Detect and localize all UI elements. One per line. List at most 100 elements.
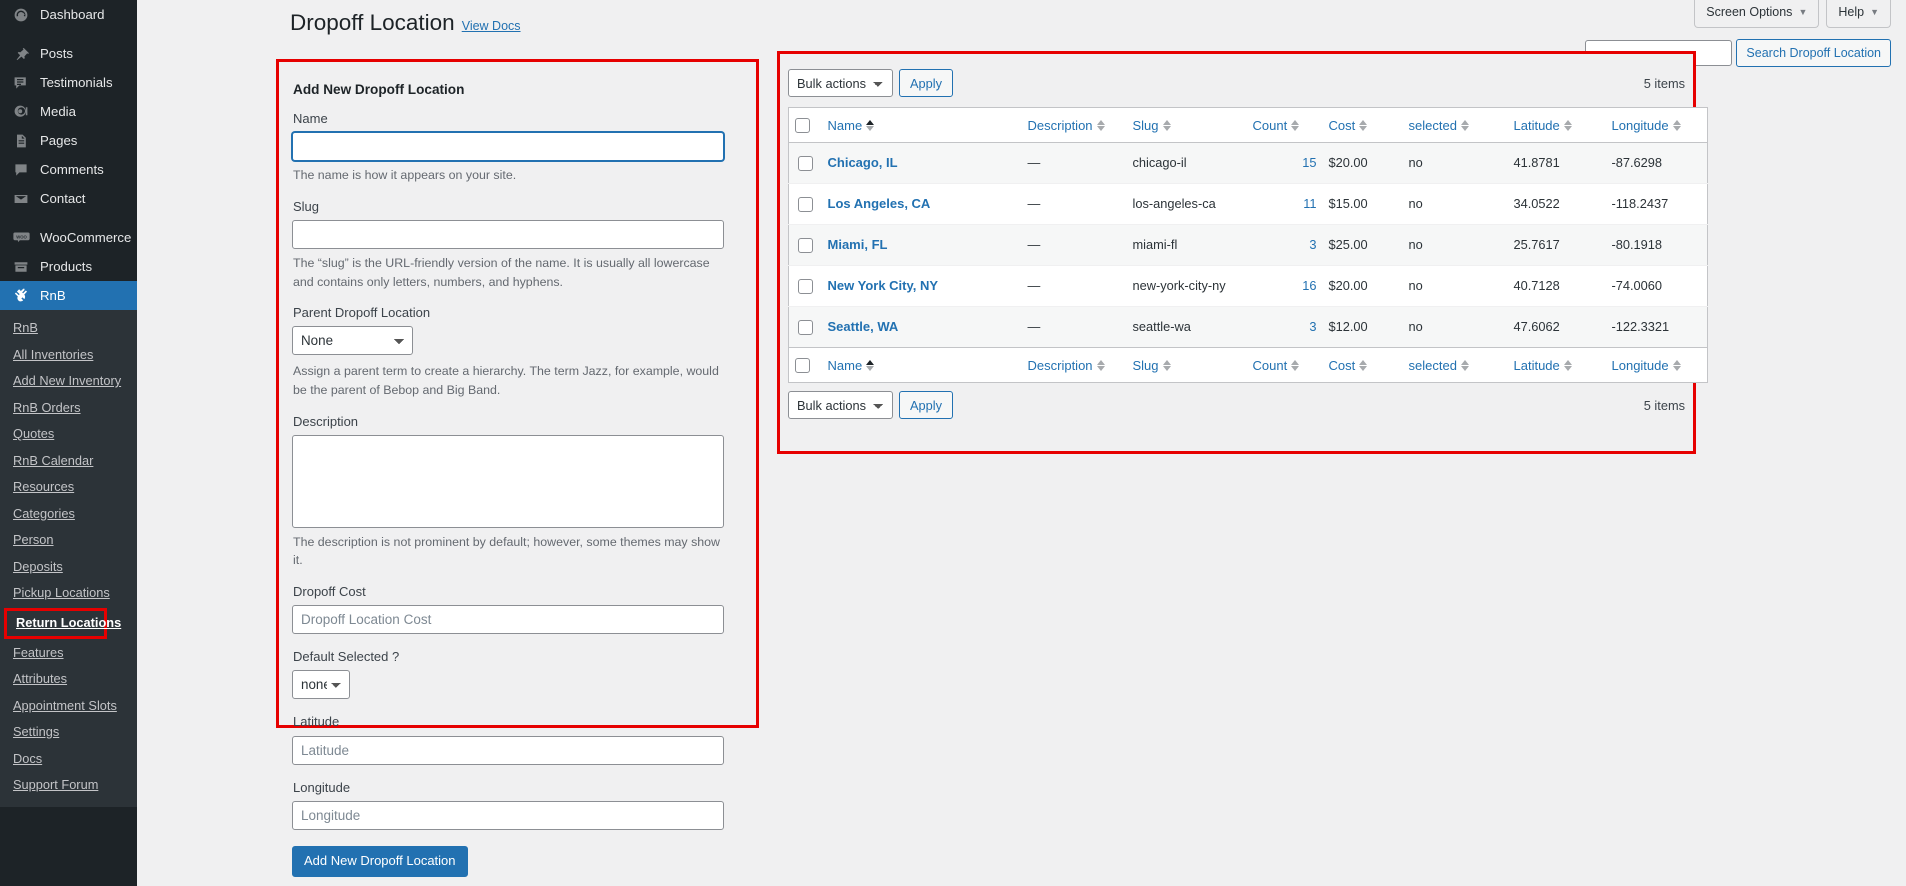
bulk-actions-select-top[interactable]: Bulk actions xyxy=(788,69,893,97)
column-header-description[interactable]: Description xyxy=(1021,347,1127,383)
location-name-link[interactable]: Chicago, IL xyxy=(828,155,898,170)
name-input[interactable] xyxy=(292,132,724,162)
sidebar-item-woocommerce[interactable]: WOO WooCommerce xyxy=(0,223,137,252)
sidebar-item-appointment-slots[interactable]: Appointment Slots xyxy=(0,693,137,720)
sort-arrows-icon[interactable] xyxy=(1162,119,1171,131)
column-header-name[interactable]: Name xyxy=(821,107,1022,143)
sidebar-item-return-locations[interactable]: Return Locations xyxy=(4,608,121,639)
search-submit-button[interactable]: Search Dropoff Location xyxy=(1736,39,1891,67)
sidebar-item-rnb[interactable]: RnB xyxy=(0,281,137,310)
location-name-link[interactable]: Miami, FL xyxy=(828,237,888,252)
sidebar-item-support-forum[interactable]: Support Forum xyxy=(0,772,137,799)
sidebar-item-resources[interactable]: Resources xyxy=(0,474,137,501)
sidebar-item-rnb[interactable]: RnB xyxy=(0,315,137,342)
longitude-input[interactable] xyxy=(292,800,724,830)
column-header-name[interactable]: Name xyxy=(821,347,1022,383)
apply-button-top[interactable]: Apply xyxy=(899,69,954,97)
location-name-link[interactable]: New York City, NY xyxy=(828,278,939,293)
sidebar-item-comments[interactable]: Comments xyxy=(0,155,137,184)
chevron-down-icon: ▼ xyxy=(1870,7,1879,18)
column-header-cost[interactable]: Cost xyxy=(1322,107,1403,143)
column-header-count[interactable]: Count xyxy=(1246,347,1323,383)
column-header-description[interactable]: Description xyxy=(1021,107,1127,143)
sidebar-item-pickup-locations[interactable]: Pickup Locations xyxy=(0,580,137,607)
sidebar-item-posts[interactable]: Posts xyxy=(0,39,137,68)
column-header-slug[interactable]: Slug xyxy=(1126,107,1247,143)
sidebar-item-rnb-calendar[interactable]: RnB Calendar xyxy=(0,448,137,475)
slug-input[interactable] xyxy=(292,219,724,249)
count-link[interactable]: 11 xyxy=(1303,196,1316,211)
sort-arrows-icon[interactable] xyxy=(866,359,875,371)
sort-arrows-icon[interactable] xyxy=(1096,359,1105,371)
column-header-latitude[interactable]: Latitude xyxy=(1507,347,1606,383)
sidebar-item-dashboard[interactable]: Dashboard xyxy=(0,0,137,29)
column-header-slug[interactable]: Slug xyxy=(1126,347,1247,383)
testimonial-icon xyxy=(11,73,31,93)
sidebar-item-pages[interactable]: Pages xyxy=(0,126,137,155)
row-checkbox[interactable] xyxy=(797,197,813,212)
row-checkbox[interactable] xyxy=(797,279,813,294)
select-all-checkbox-top[interactable] xyxy=(795,118,810,133)
sidebar-item-all-inventories[interactable]: All Inventories xyxy=(0,342,137,369)
add-new-dropoff-location-button[interactable]: Add New Dropoff Location xyxy=(292,845,468,877)
sort-arrows-icon[interactable] xyxy=(1460,359,1469,371)
sidebar-item-deposits[interactable]: Deposits xyxy=(0,554,137,581)
sort-arrows-icon[interactable] xyxy=(1563,359,1572,371)
column-header-label: Cost xyxy=(1328,357,1356,373)
row-checkbox[interactable] xyxy=(797,320,813,335)
apply-button-bottom[interactable]: Apply xyxy=(899,391,954,419)
sidebar-item-attributes[interactable]: Attributes xyxy=(0,666,137,693)
sidebar-item-person[interactable]: Person xyxy=(0,527,137,554)
sidebar-item-testimonials[interactable]: Testimonials xyxy=(0,68,137,97)
sort-arrows-icon[interactable] xyxy=(1162,359,1171,371)
sidebar-item-quotes[interactable]: Quotes xyxy=(0,421,137,448)
sort-arrows-icon[interactable] xyxy=(1672,359,1681,371)
column-header-latitude[interactable]: Latitude xyxy=(1507,107,1606,143)
dropoff-cost-input[interactable] xyxy=(292,605,724,635)
sort-arrows-icon[interactable] xyxy=(1460,119,1469,131)
bulk-actions-select-bottom[interactable]: Bulk actions xyxy=(788,391,893,419)
parent-dropoff-location-select[interactable]: None xyxy=(292,326,413,356)
sidebar-item-settings[interactable]: Settings xyxy=(0,719,137,746)
default-selected-select[interactable]: none xyxy=(292,670,350,700)
sidebar-item-rnb-orders[interactable]: RnB Orders xyxy=(0,395,137,422)
sidebar-item-features[interactable]: Features xyxy=(0,640,137,667)
sidebar-item-label: RnB xyxy=(40,287,66,303)
sort-arrows-icon[interactable] xyxy=(1359,359,1368,371)
column-header-selected[interactable]: selected xyxy=(1402,347,1508,383)
sort-arrows-icon[interactable] xyxy=(1563,119,1572,131)
screen-options-button[interactable]: Screen Options ▼ xyxy=(1694,0,1820,28)
sidebar-item-products[interactable]: Products xyxy=(0,252,137,281)
row-checkbox[interactable] xyxy=(797,156,813,171)
sort-arrows-icon[interactable] xyxy=(866,119,875,131)
count-link[interactable]: 3 xyxy=(1309,237,1316,252)
view-docs-link[interactable]: View Docs xyxy=(462,19,521,33)
column-header-selected[interactable]: selected xyxy=(1402,107,1508,143)
select-all-checkbox-bottom[interactable] xyxy=(795,358,810,373)
row-checkbox[interactable] xyxy=(797,238,813,253)
column-header-cost[interactable]: Cost xyxy=(1322,347,1403,383)
column-header-longitude[interactable]: Longitude xyxy=(1605,107,1708,143)
sort-arrows-icon[interactable] xyxy=(1096,119,1105,131)
sort-arrows-icon[interactable] xyxy=(1359,119,1368,131)
sidebar-item-add-new-inventory[interactable]: Add New Inventory xyxy=(0,368,137,395)
column-header-longitude[interactable]: Longitude xyxy=(1605,347,1708,383)
location-name-link[interactable]: Seattle, WA xyxy=(828,319,899,334)
cell-longitude: -118.2437 xyxy=(1605,183,1708,225)
column-header-count[interactable]: Count xyxy=(1246,107,1323,143)
sort-arrows-icon[interactable] xyxy=(1672,119,1681,131)
sort-arrows-icon[interactable] xyxy=(1291,119,1300,131)
count-link[interactable]: 3 xyxy=(1309,319,1316,334)
count-link[interactable]: 16 xyxy=(1302,278,1316,293)
sidebar-item-contact[interactable]: Contact xyxy=(0,184,137,213)
description-textarea[interactable] xyxy=(292,434,724,528)
sidebar-item-categories[interactable]: Categories xyxy=(0,501,137,528)
latitude-input[interactable] xyxy=(292,735,724,765)
sidebar-item-label: Comments xyxy=(40,161,104,177)
location-name-link[interactable]: Los Angeles, CA xyxy=(828,196,931,211)
sidebar-item-docs[interactable]: Docs xyxy=(0,746,137,773)
count-link[interactable]: 15 xyxy=(1302,155,1316,170)
sort-arrows-icon[interactable] xyxy=(1291,359,1300,371)
sidebar-item-media[interactable]: Media xyxy=(0,97,137,126)
help-button[interactable]: Help ▼ xyxy=(1826,0,1891,28)
